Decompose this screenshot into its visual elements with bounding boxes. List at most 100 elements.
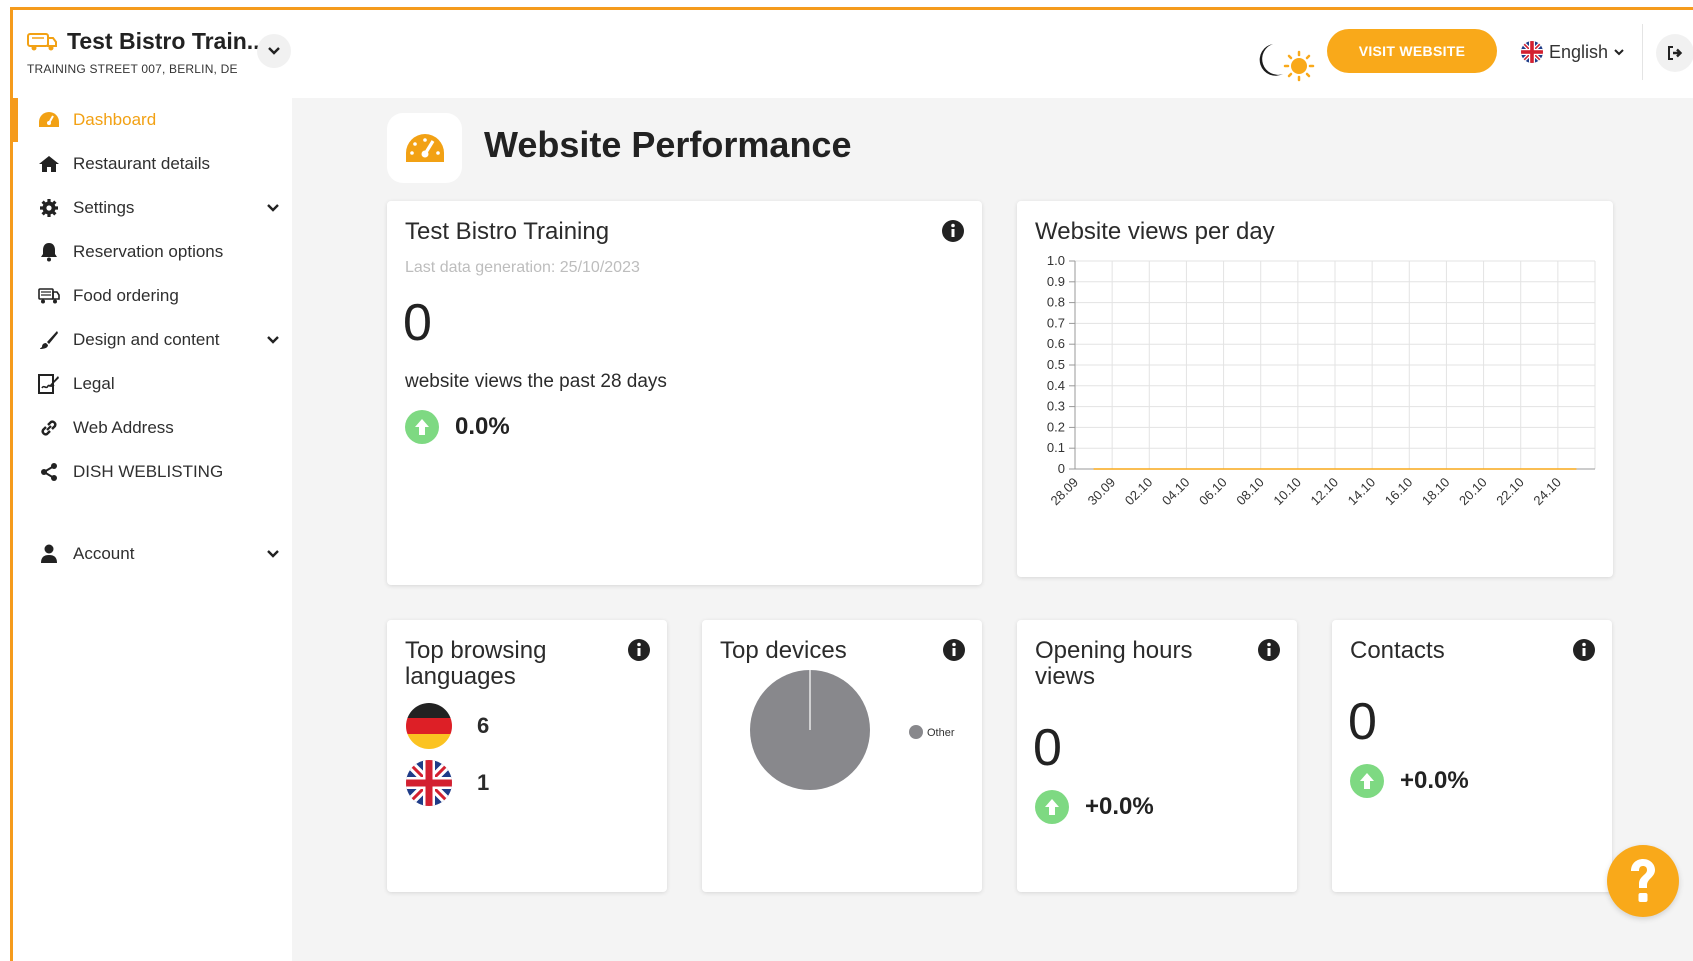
link-icon: [37, 416, 61, 440]
sidebar-item-web-address[interactable]: Web Address: [13, 406, 292, 450]
question-mark-icon: [1631, 859, 1655, 902]
gauge-icon: [37, 108, 61, 132]
bell-icon: [37, 240, 61, 264]
sidebar-item-label: Dashboard: [73, 110, 157, 129]
visit-website-button[interactable]: VISIT WEBSITE: [1327, 29, 1497, 73]
sidebar-item-label: Settings: [73, 198, 135, 217]
contacts-change: +0.0%: [1350, 764, 1469, 798]
top-header: Test Bistro Train... TRAINING STREET 007…: [13, 10, 1693, 92]
food-truck-icon: [37, 284, 61, 308]
info-icon[interactable]: [1257, 638, 1281, 662]
signature-icon: [37, 372, 61, 396]
language-count: 6: [477, 713, 490, 738]
sidebar-item-food-ordering[interactable]: Food ordering: [13, 274, 292, 318]
performance-icon-box: [387, 113, 462, 183]
summary-card-title: Test Bistro Training: [405, 218, 610, 245]
x-tick-label: 18.10: [1419, 475, 1453, 509]
food-truck-icon: [27, 30, 57, 52]
sidebar-item-dish-weblisting[interactable]: DISH WEBLISTING: [13, 450, 292, 494]
y-tick-label: 0.3: [1047, 399, 1065, 414]
views-change-value: 0.0%: [455, 413, 510, 440]
legend-marker: [909, 725, 923, 739]
opening-hours-value: 0: [1033, 719, 1062, 777]
views-caption: website views the past 28 days: [405, 371, 667, 392]
help-button[interactable]: [1607, 845, 1679, 917]
views-value: 0: [403, 294, 432, 352]
info-icon[interactable]: [941, 219, 965, 243]
contacts-change-value: +0.0%: [1400, 767, 1469, 794]
sidebar-item-account[interactable]: Account: [13, 532, 292, 576]
x-tick-label: 08.10: [1233, 475, 1267, 509]
language-count: 1: [477, 770, 490, 795]
y-tick-label: 0.8: [1047, 295, 1065, 310]
x-tick-label: 30.09: [1085, 475, 1119, 509]
chevron-down-icon: [267, 550, 279, 558]
sidebar-item-label: Account: [73, 544, 135, 563]
theme-toggle[interactable]: [1249, 40, 1319, 84]
page-title: Website Performance: [484, 124, 852, 165]
languages-card-title: Top browsing languages: [405, 637, 547, 690]
gear-icon: [37, 196, 61, 220]
sidebar-item-label: Restaurant details: [73, 154, 211, 173]
chevron-down-icon: [1614, 48, 1624, 55]
restaurant-switcher-button[interactable]: [257, 34, 291, 68]
x-tick-label: 06.10: [1196, 475, 1230, 509]
main-content: Website Performance Test Bistro Training…: [292, 98, 1693, 961]
contacts-card-title: Contacts: [1350, 637, 1445, 664]
sidebar-item-dashboard[interactable]: Dashboard: [13, 98, 292, 142]
sidebar-item-label: Web Address: [73, 418, 174, 437]
logout-icon: [1668, 46, 1683, 60]
germany-flag-icon: [406, 703, 452, 749]
arrow-up-icon: [405, 410, 439, 444]
sidebar: Dashboard Restaurant details Settings Re…: [13, 98, 292, 961]
contacts-value: 0: [1348, 693, 1377, 751]
gauge-icon: [405, 134, 444, 162]
x-tick-label: 02.10: [1122, 475, 1156, 509]
sidebar-item-label: Legal: [73, 374, 115, 393]
y-tick-label: 1.0: [1047, 253, 1065, 268]
info-icon[interactable]: [1572, 638, 1596, 662]
sidebar-item-label: Design and content: [73, 330, 220, 349]
user-icon: [37, 542, 61, 566]
language-label: English: [1549, 41, 1609, 62]
x-tick-label: 28.09: [1048, 475, 1082, 509]
logout-button[interactable]: [1656, 34, 1693, 72]
sidebar-item-reservation-options[interactable]: Reservation options: [13, 230, 292, 274]
sidebar-item-design-and-content[interactable]: Design and content: [13, 318, 292, 362]
info-icon[interactable]: [942, 638, 966, 662]
sidebar-item-label: DISH WEBLISTING: [73, 462, 224, 481]
opening-hours-change: +0.0%: [1035, 790, 1154, 824]
y-tick-label: 0.2: [1047, 419, 1065, 434]
chevron-down-icon: [267, 204, 279, 212]
info-icon[interactable]: [627, 638, 651, 662]
sidebar-item-label: Food ordering: [73, 286, 179, 305]
x-tick-label: 10.10: [1270, 475, 1304, 509]
y-tick-label: 0.6: [1047, 336, 1065, 351]
uk-flag-icon: [406, 760, 452, 806]
sidebar-item-settings[interactable]: Settings: [13, 186, 292, 230]
y-tick-label: 0.1: [1047, 440, 1065, 455]
restaurant-name: Test Bistro Train...: [67, 28, 266, 54]
opening-hours-change-value: +0.0%: [1085, 793, 1154, 820]
chevron-down-icon: [267, 336, 279, 344]
share-icon: [37, 460, 61, 484]
language-selector[interactable]: English: [1521, 38, 1624, 66]
chevron-down-icon: [268, 47, 280, 55]
home-icon: [37, 152, 61, 176]
devices-card-title: Top devices: [720, 637, 847, 664]
x-tick-label: 24.10: [1530, 475, 1564, 509]
devices-card: Top devices Other: [702, 620, 982, 892]
x-tick-label: 22.10: [1493, 475, 1527, 509]
sun-icon: [1283, 50, 1315, 82]
opening-hours-card: Opening hours views 0 +0.0%: [1017, 620, 1297, 892]
languages-card: Top browsing languages 6 1: [387, 620, 667, 892]
summary-card: Test Bistro Training Last data generatio…: [387, 201, 982, 585]
sidebar-item-restaurant-details[interactable]: Restaurant details: [13, 142, 292, 186]
sidebar-item-legal[interactable]: Legal: [13, 362, 292, 406]
last-data-generation: Last data generation: 25/10/2023: [405, 259, 640, 276]
y-tick-label: 0.4: [1047, 378, 1065, 393]
restaurant-address: TRAINING STREET 007, BERLIN, DE: [27, 62, 238, 76]
views-chart-card: Website views per day 0 0.1 0.2 0.3 0.4 0.5 0.…: [1017, 201, 1613, 577]
views-change: 0.0%: [405, 410, 510, 444]
x-tick-label: 12.10: [1308, 475, 1342, 509]
